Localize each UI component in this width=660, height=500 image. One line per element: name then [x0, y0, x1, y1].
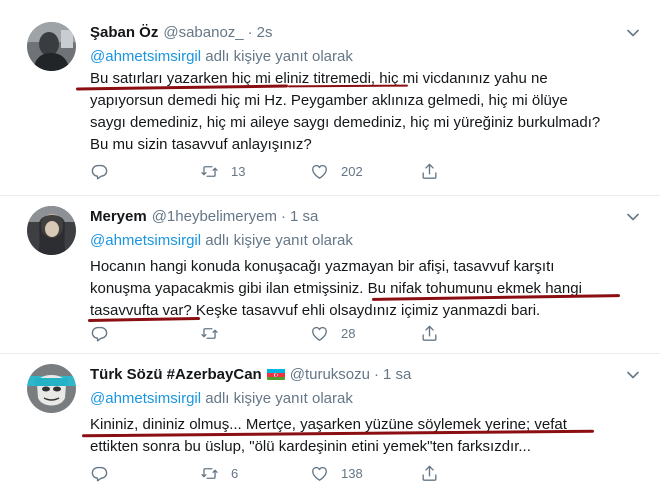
share-icon	[422, 163, 437, 179]
share-button[interactable]	[420, 162, 530, 181]
retweet-icon	[201, 468, 218, 479]
chevron-down-icon[interactable]	[626, 368, 640, 382]
share-icon	[422, 325, 437, 341]
like-icon	[312, 466, 327, 481]
azerbaijan-flag-icon	[266, 368, 285, 380]
tweet[interactable]: Türk Sözü #AzerbayCan @turuksozu · 1 sa …	[0, 354, 660, 500]
retweet-button[interactable]: 6	[200, 464, 310, 483]
reply-icon	[91, 164, 108, 180]
display-name[interactable]: Meryem	[90, 208, 147, 225]
retweet-icon	[201, 166, 218, 177]
tweet-actions: 13 202	[90, 162, 530, 181]
display-name[interactable]: Türk Sözü #AzerbayCan	[90, 366, 262, 383]
tweet-text-line: saygı demediniz, hiç mi aileye saygı dem…	[90, 114, 601, 131]
share-button[interactable]	[420, 464, 530, 483]
retweet-button[interactable]	[200, 324, 310, 343]
tweet-text-line: ettikten sonra bu üslup, "ölü kardeşinin…	[90, 438, 531, 455]
like-count: 202	[341, 164, 363, 179]
separator-dot: ·	[280, 207, 286, 225]
mention-link[interactable]: @ahmetsimsirgil	[90, 48, 201, 65]
mention-link[interactable]: @ahmetsimsirgil	[90, 232, 201, 249]
retweet-button[interactable]: 13	[200, 162, 310, 181]
user-handle[interactable]: @turuksozu	[290, 366, 370, 383]
reply-context: @ahmetsimsirgil adlı kişiye yanıt olarak	[90, 46, 640, 67]
tweet-header: Meryem @1heybelimeryem · 1 sa	[90, 206, 640, 226]
like-count: 28	[341, 326, 356, 341]
avatar-image	[27, 364, 76, 413]
like-button[interactable]: 202	[310, 162, 420, 181]
tweet-text: Bu satırları yazarken hiç mi eliniz titr…	[75, 68, 640, 156]
tweet-header: Türk Sözü #AzerbayCan @turuksozu · 1 sa	[90, 364, 640, 384]
reply-button[interactable]	[90, 464, 200, 483]
retweet-count: 13	[231, 164, 246, 179]
tweet-actions: 28	[90, 324, 530, 343]
chevron-down-icon[interactable]	[626, 26, 640, 40]
timestamp[interactable]: 1 sa	[290, 208, 318, 225]
avatar[interactable]	[27, 206, 76, 255]
reply-button[interactable]	[90, 324, 200, 343]
share-button[interactable]	[420, 324, 530, 343]
like-button[interactable]: 138	[310, 464, 420, 483]
tweet-text-line: Bu mu sizin tasavvuf anlayışınız?	[90, 136, 312, 153]
tweet-text: Kininiz, dininiz olmuş... Mertçe, yaşark…	[81, 414, 640, 458]
tweet-text-line: yapıyorsun demedi hiç mi Hz. Peygamber a…	[90, 92, 568, 109]
user-handle[interactable]: @1heybelimeryem	[152, 208, 277, 225]
separator-dot: ·	[247, 23, 253, 41]
tweet[interactable]: Şaban Öz @sabanoz_ · 2s @ahmetsimsirgil …	[0, 0, 660, 196]
avatar[interactable]	[27, 364, 76, 413]
tweet-text-line: Hocanın hangi konuda konuşacağı yazmayan…	[90, 258, 555, 275]
timestamp[interactable]: 1 sa	[383, 366, 411, 383]
chevron-down-icon[interactable]	[626, 210, 640, 224]
share-icon	[422, 465, 437, 481]
like-count: 138	[341, 466, 363, 481]
reply-icon	[91, 466, 108, 482]
tweet-actions: 6 138	[90, 464, 530, 483]
reply-icon	[91, 326, 108, 342]
avatar-image	[27, 22, 76, 71]
timestamp[interactable]: 2s	[257, 24, 273, 41]
reply-context-text: adlı kişiye yanıt olarak	[201, 390, 353, 407]
avatar[interactable]	[27, 22, 76, 71]
retweet-count: 6	[231, 466, 239, 481]
tweet-header: Şaban Öz @sabanoz_ · 2s	[90, 22, 640, 42]
reply-button[interactable]	[90, 162, 200, 181]
display-name[interactable]: Şaban Öz	[90, 24, 158, 41]
like-button[interactable]: 28	[310, 324, 420, 343]
mention-link[interactable]: @ahmetsimsirgil	[90, 390, 201, 407]
reply-context: @ahmetsimsirgil adlı kişiye yanıt olarak	[90, 388, 640, 409]
reply-context: @ahmetsimsirgil adlı kişiye yanıt olarak	[90, 230, 640, 251]
tweet-text: Hocanın hangi konuda konuşacağı yazmayan…	[87, 256, 640, 322]
tweet[interactable]: Meryem @1heybelimeryem · 1 sa @ahmetsims…	[0, 196, 660, 354]
user-handle[interactable]: @sabanoz_	[163, 24, 243, 41]
reply-context-text: adlı kişiye yanıt olarak	[201, 232, 353, 249]
like-icon	[312, 326, 327, 341]
like-icon	[312, 164, 327, 179]
reply-context-text: adlı kişiye yanıt olarak	[201, 48, 353, 65]
avatar-image	[27, 206, 76, 255]
separator-dot: ·	[373, 365, 379, 383]
retweet-icon	[201, 328, 218, 339]
